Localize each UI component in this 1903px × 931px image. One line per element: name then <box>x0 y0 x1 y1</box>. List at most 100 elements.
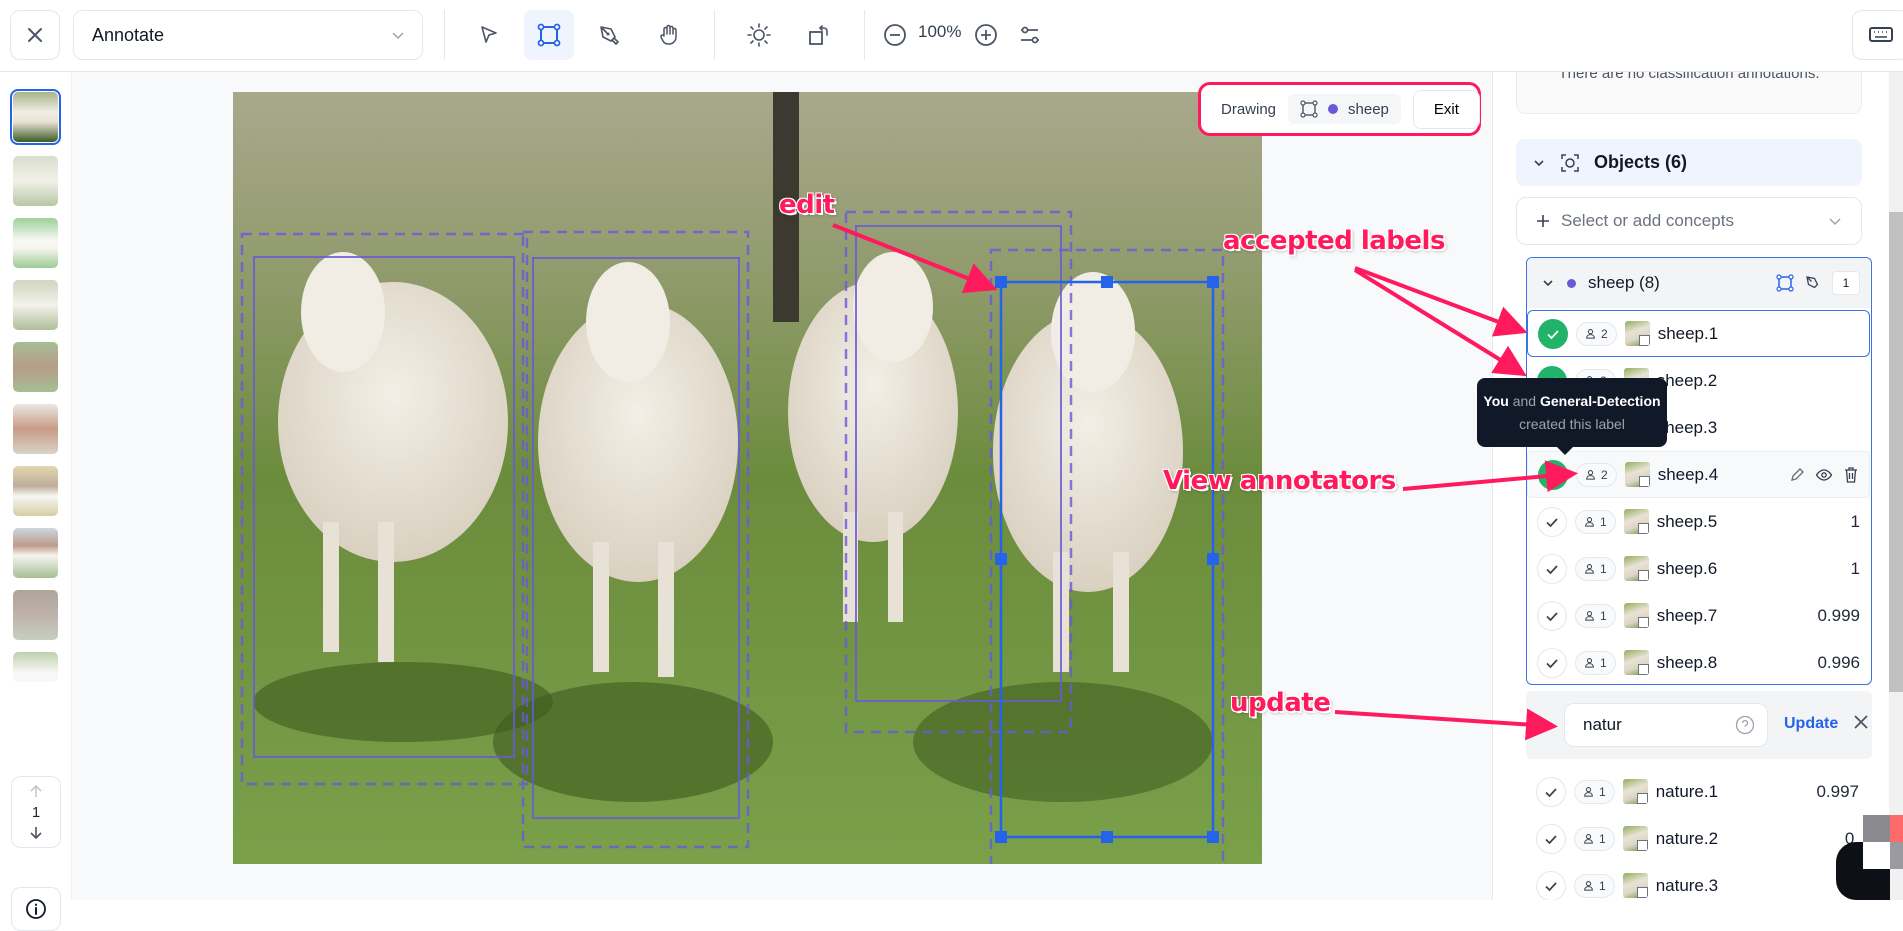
close-button[interactable] <box>10 10 60 60</box>
drawing-concept-chip: sheep <box>1288 94 1401 124</box>
annotation-thumbnail <box>1622 779 1648 804</box>
thumbnail-5[interactable] <box>13 342 58 392</box>
scrollbar-thumb[interactable] <box>1889 212 1903 692</box>
image-canvas[interactable] <box>233 92 1262 864</box>
accept-toggle[interactable] <box>1536 870 1566 900</box>
accept-toggle[interactable] <box>1536 776 1566 807</box>
zoom-level: 100% <box>918 22 962 41</box>
accept-toggle[interactable] <box>1537 553 1567 584</box>
annotation-row[interactable]: 2 sheep.1 <box>1527 310 1870 357</box>
annotation-thumbnail <box>1623 556 1649 581</box>
view-annotators-button[interactable]: 1 <box>1574 873 1615 898</box>
annotator-count: 1 <box>1600 561 1607 576</box>
drawing-concept: sheep <box>1348 100 1389 118</box>
view-annotators-button[interactable]: 1 <box>1575 650 1616 675</box>
view-annotators-button[interactable]: 1 <box>1575 603 1616 628</box>
concept-name-input[interactable]: natur <box>1564 703 1768 747</box>
concept-group-header[interactable]: sheep (8) 1 <box>1527 258 1870 308</box>
view-annotators-button[interactable]: 2 <box>1576 462 1617 487</box>
keyboard-shortcuts-button[interactable] <box>1852 10 1903 60</box>
info-button[interactable] <box>11 887 61 931</box>
update-button[interactable]: Update <box>1784 715 1838 733</box>
accept-toggle[interactable] <box>1538 459 1568 490</box>
annotator-count: 1 <box>1600 608 1607 623</box>
mode-select[interactable]: Annotate <box>73 10 423 60</box>
annotation-thumbnail <box>1623 650 1649 675</box>
mode-select-value: Annotate <box>92 24 165 45</box>
person-icon <box>1584 834 1593 844</box>
concept-select[interactable]: Select or add concepts <box>1516 197 1862 245</box>
divider <box>714 10 715 60</box>
annotation-label: nature.2 <box>1655 828 1719 848</box>
chevron-down-icon <box>1829 218 1841 226</box>
annotation-row[interactable]: 1 sheep.6 1 <box>1527 545 1870 592</box>
pan-tool[interactable] <box>644 10 694 60</box>
thumbnail-7[interactable] <box>13 466 58 516</box>
close-icon[interactable] <box>1852 713 1870 731</box>
info-icon <box>26 899 46 919</box>
annotation-label: sheep.4 <box>1657 464 1719 484</box>
sheep-image <box>233 92 1262 864</box>
annotation-row[interactable]: 2 sheep.4 <box>1527 451 1870 498</box>
tooltip-model: General-Detection <box>1539 393 1661 409</box>
annotation-label: sheep.1 <box>1657 323 1719 343</box>
close-icon <box>28 28 42 42</box>
bounding-box-tool[interactable] <box>524 10 574 60</box>
bbox-icon[interactable] <box>1776 274 1794 292</box>
person-icon <box>1585 517 1594 527</box>
annotation-label: nature.1 <box>1655 781 1719 801</box>
objects-title: Objects (6) <box>1594 152 1688 172</box>
annotation-label: sheep.6 <box>1656 558 1718 578</box>
annotation-row[interactable]: 1 nature.2 0. <box>1526 815 1869 862</box>
view-annotators-button[interactable]: 1 <box>1574 779 1615 804</box>
settings-button[interactable] <box>1008 10 1052 60</box>
edit-icon[interactable] <box>1789 467 1805 483</box>
view-annotators-button[interactable]: 1 <box>1574 826 1615 851</box>
annotation-row[interactable]: 1 sheep.5 1 <box>1527 498 1870 545</box>
view-annotators-button[interactable]: 2 <box>1576 321 1617 346</box>
annotation-thumbnail <box>1624 321 1650 346</box>
pen-icon <box>600 26 619 45</box>
pen-icon[interactable] <box>1804 274 1822 292</box>
annotation-thumbnail <box>1622 826 1648 851</box>
rotate-button[interactable] <box>794 10 844 60</box>
accept-toggle[interactable] <box>1536 823 1566 854</box>
thumbnail-4[interactable] <box>13 280 58 330</box>
trash-icon[interactable] <box>1843 466 1859 484</box>
annotation-row[interactable]: 1 sheep.7 0.999 <box>1527 592 1870 639</box>
annotation-label: sheep.5 <box>1656 511 1718 531</box>
chevron-down-icon <box>392 32 404 40</box>
accept-toggle[interactable] <box>1538 318 1568 349</box>
thumbnail-8[interactable] <box>13 528 58 578</box>
zoom-in-button[interactable] <box>964 10 1008 60</box>
thumbnail-1[interactable] <box>10 89 61 145</box>
accept-toggle[interactable] <box>1537 647 1567 678</box>
annotation-row[interactable]: 1 sheep.8 0.996 <box>1527 639 1870 686</box>
help-widget[interactable] <box>1836 815 1903 900</box>
plus-icon <box>1537 215 1549 227</box>
arrow-up-icon[interactable] <box>28 783 44 799</box>
thumbnail-9[interactable] <box>13 590 58 640</box>
arrow-down-icon[interactable] <box>28 825 44 841</box>
sun-icon <box>747 23 771 47</box>
pen-tool[interactable] <box>584 10 634 60</box>
scrollbar[interactable] <box>1889 72 1903 900</box>
exit-drawing-button[interactable]: Exit <box>1412 89 1480 129</box>
view-annotators-button[interactable]: 1 <box>1575 509 1616 534</box>
view-annotators-button[interactable]: 1 <box>1575 556 1616 581</box>
thumbnail-6[interactable] <box>13 404 58 454</box>
annotation-row[interactable]: 1nature.30. <box>1526 862 1869 900</box>
select-tool[interactable] <box>464 10 514 60</box>
help-icon[interactable] <box>1735 715 1755 735</box>
accept-toggle[interactable] <box>1537 506 1567 537</box>
thumbnail-2[interactable] <box>13 156 58 206</box>
brightness-button[interactable] <box>734 10 784 60</box>
thumbnail-3[interactable] <box>13 218 58 268</box>
accept-toggle[interactable] <box>1537 600 1567 631</box>
thumbnail-10[interactable] <box>13 652 58 682</box>
chevron-down-icon <box>1543 280 1553 287</box>
eye-icon[interactable] <box>1815 466 1833 484</box>
annotation-row[interactable]: 1 nature.1 0.997 <box>1526 768 1869 815</box>
objects-section-header[interactable]: Objects (6) <box>1516 139 1862 186</box>
zoom-out-button[interactable] <box>873 10 917 60</box>
